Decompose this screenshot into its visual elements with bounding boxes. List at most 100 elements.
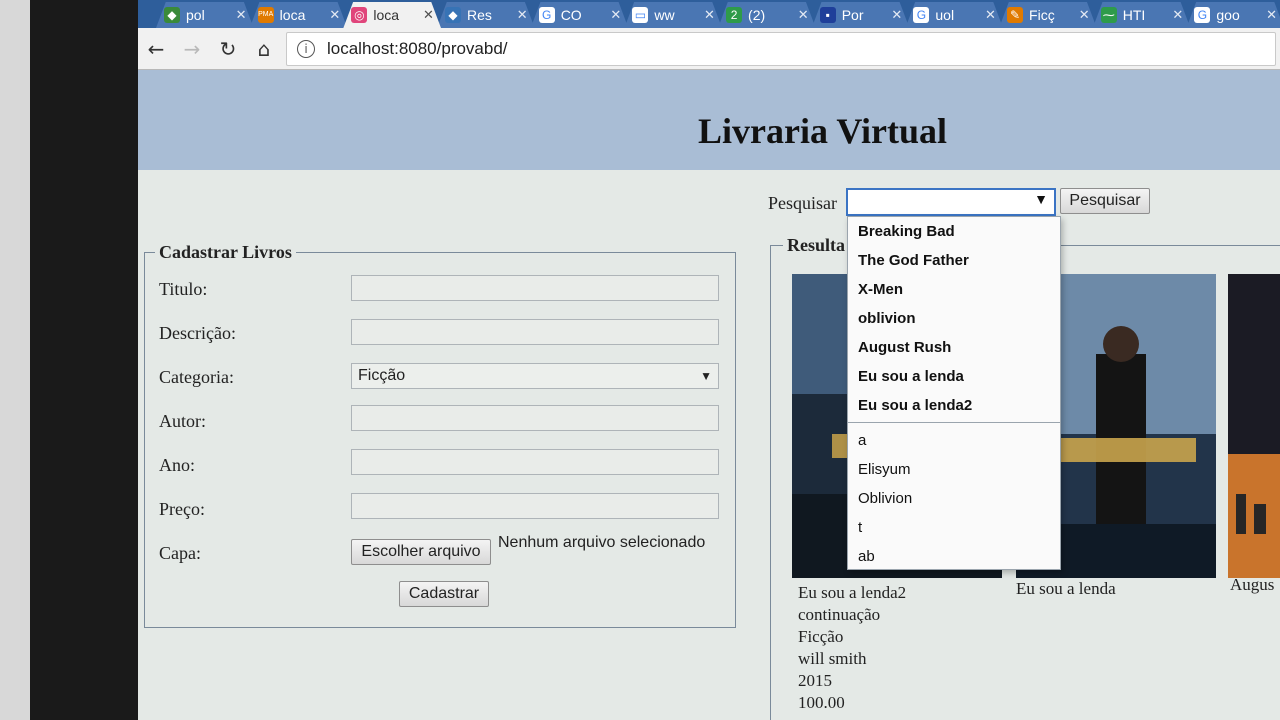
ano-input[interactable] xyxy=(351,449,719,475)
close-icon[interactable]: ✕ xyxy=(236,7,254,23)
search-option[interactable]: Oblivion xyxy=(848,484,1060,513)
search-option[interactable]: oblivion xyxy=(848,304,1060,333)
tab-strip: ◆ pol ✕ PMA loca ✕ ◎ loca ✕ ◆ Res ✕ G CO ✕ ▭ ww ✕ 2 (2) ✕ ▪ Po… xyxy=(138,0,1280,28)
result-1-preco: 100.00 xyxy=(798,693,845,712)
tab-label: CO xyxy=(560,7,582,23)
browser-toolbar: ← → ↻ ⌂ i localhost:8080/provabd/ xyxy=(138,28,1280,70)
tab-label: uol xyxy=(935,7,955,23)
tab-label: Por xyxy=(841,7,864,23)
tab-2[interactable]: ◎ loca ✕ xyxy=(343,2,442,28)
tab-label: goo xyxy=(1216,7,1240,23)
results-legend: Resulta xyxy=(783,235,849,256)
search-option[interactable]: Elisyum xyxy=(848,455,1060,484)
address-bar[interactable]: i localhost:8080/provabd/ xyxy=(286,32,1276,66)
tab-label: ww xyxy=(654,7,675,23)
tab-favicon-icon: ◆ xyxy=(164,7,180,23)
categoria-value: Ficção xyxy=(358,367,406,384)
chevron-down-icon: ▼ xyxy=(700,369,712,383)
close-icon[interactable]: ✕ xyxy=(610,7,628,23)
book-cover-3[interactable] xyxy=(1228,274,1280,578)
categoria-label: Categoria: xyxy=(159,367,234,387)
tab-1[interactable]: PMA loca ✕ xyxy=(249,2,348,28)
preco-input[interactable] xyxy=(351,493,719,519)
search-option[interactable]: Eu sou a lenda xyxy=(848,362,1060,391)
search-dropdown-list: Breaking Bad The God Father X-Men oblivion A… xyxy=(847,216,1061,570)
tab-11[interactable]: Ggoo ✕ xyxy=(1186,2,1280,28)
result-2-title: Eu sou a lenda xyxy=(1016,579,1116,598)
search-label: Pesquisar xyxy=(768,193,837,213)
form-legend: Cadastrar Livros xyxy=(155,242,296,263)
tab-favicon-icon: ◆ xyxy=(445,7,462,23)
tab-4[interactable]: G CO ✕ xyxy=(530,2,629,28)
close-icon[interactable]: ✕ xyxy=(985,7,1003,23)
close-icon[interactable]: ✕ xyxy=(704,7,722,23)
file-status-text: Nenhum arquivo selecionado xyxy=(498,534,706,551)
search-option[interactable]: The God Father xyxy=(848,246,1060,275)
home-icon[interactable]: ⌂ xyxy=(246,31,282,67)
search-option[interactable]: a xyxy=(848,426,1060,455)
search-option[interactable]: Breaking Bad xyxy=(848,217,1060,246)
tab-0[interactable]: ◆ pol ✕ xyxy=(156,2,254,28)
close-icon[interactable]: ✕ xyxy=(798,7,816,23)
tab-favicon-icon: G xyxy=(538,7,555,23)
close-icon[interactable]: ✕ xyxy=(329,7,347,23)
tab-label: HTI xyxy=(1122,7,1146,23)
close-icon[interactable]: ✕ xyxy=(1172,7,1190,23)
close-icon[interactable]: ✕ xyxy=(423,7,441,23)
tab-label: Res xyxy=(467,7,492,23)
search-option[interactable]: X-Men xyxy=(848,275,1060,304)
result-1-title: Eu sou a lenda2 xyxy=(798,583,907,602)
autor-input[interactable] xyxy=(351,405,719,431)
tab-7[interactable]: ▪ Por ✕ xyxy=(811,2,910,28)
tab-label: pol xyxy=(186,7,205,23)
result-item-1: Eu sou a lenda2 continuação Ficção will … xyxy=(798,582,906,714)
ano-label: Ano: xyxy=(159,455,195,475)
tab-favicon-icon: 2 xyxy=(726,7,743,23)
tab-favicon-icon: ▪ xyxy=(819,7,836,23)
file-choose-button[interactable]: Escolher arquivo xyxy=(351,539,491,565)
tab-6[interactable]: 2 (2) ✕ xyxy=(718,2,816,28)
titulo-input[interactable] xyxy=(351,275,719,301)
titulo-label: Titulo: xyxy=(159,279,208,299)
search-select[interactable]: ▼ xyxy=(846,188,1056,216)
tab-favicon-icon: ▭ xyxy=(632,7,649,23)
reload-icon[interactable]: ↻ xyxy=(210,31,246,67)
categoria-select[interactable]: Ficção ▼ xyxy=(351,363,719,389)
tab-10[interactable]: ⁓ HTI ✕ xyxy=(1092,2,1191,28)
close-icon[interactable]: ✕ xyxy=(891,7,909,23)
tab-8[interactable]: Guol ✕ xyxy=(905,2,1004,28)
result-1-categoria: Ficção xyxy=(798,627,844,646)
tab-favicon-icon: ◎ xyxy=(351,7,368,23)
tab-favicon-icon: PMA xyxy=(257,7,274,23)
result-3-title: Augus xyxy=(1230,575,1275,594)
tab-favicon-icon: G xyxy=(1194,7,1211,23)
back-arrow-icon[interactable]: ← xyxy=(138,31,174,67)
cadastrar-button[interactable]: Cadastrar xyxy=(399,581,489,607)
chevron-down-icon: ▼ xyxy=(1034,193,1048,208)
page-content: Livraria Virtual Pesquisar ▼ Pesquisar B… xyxy=(138,70,1280,720)
header-banner: Livraria Virtual xyxy=(138,70,1280,170)
register-form: Cadastrar Livros Titulo: Descrição: Cate… xyxy=(144,242,736,628)
tab-label: loca xyxy=(279,7,306,23)
tab-9[interactable]: ✎ Ficç ✕ xyxy=(999,2,1097,28)
forward-arrow-icon[interactable]: → xyxy=(174,31,210,67)
search-button[interactable]: Pesquisar xyxy=(1060,188,1150,214)
search-option[interactable]: Eu sou a lenda2 xyxy=(848,391,1060,420)
info-icon[interactable]: i xyxy=(297,40,315,58)
tab-label: Ficç xyxy=(1029,7,1055,23)
search-option[interactable]: August Rush xyxy=(848,333,1060,362)
close-icon[interactable]: ✕ xyxy=(1079,7,1097,23)
descricao-input[interactable] xyxy=(351,319,719,345)
capa-label: Capa: xyxy=(159,543,201,563)
close-icon[interactable]: ✕ xyxy=(1266,7,1280,23)
search-option[interactable]: ab xyxy=(848,542,1060,571)
tab-favicon-icon: G xyxy=(913,7,930,23)
tab-favicon-icon: ✎ xyxy=(1007,7,1024,23)
preco-label: Preço: xyxy=(159,499,205,519)
dropdown-divider xyxy=(848,422,1060,423)
autor-label: Autor: xyxy=(159,411,206,431)
tab-5[interactable]: ▭ ww ✕ xyxy=(624,2,723,28)
tab-3[interactable]: ◆ Res ✕ xyxy=(437,2,535,28)
search-option[interactable]: t xyxy=(848,513,1060,542)
close-icon[interactable]: ✕ xyxy=(517,7,535,23)
